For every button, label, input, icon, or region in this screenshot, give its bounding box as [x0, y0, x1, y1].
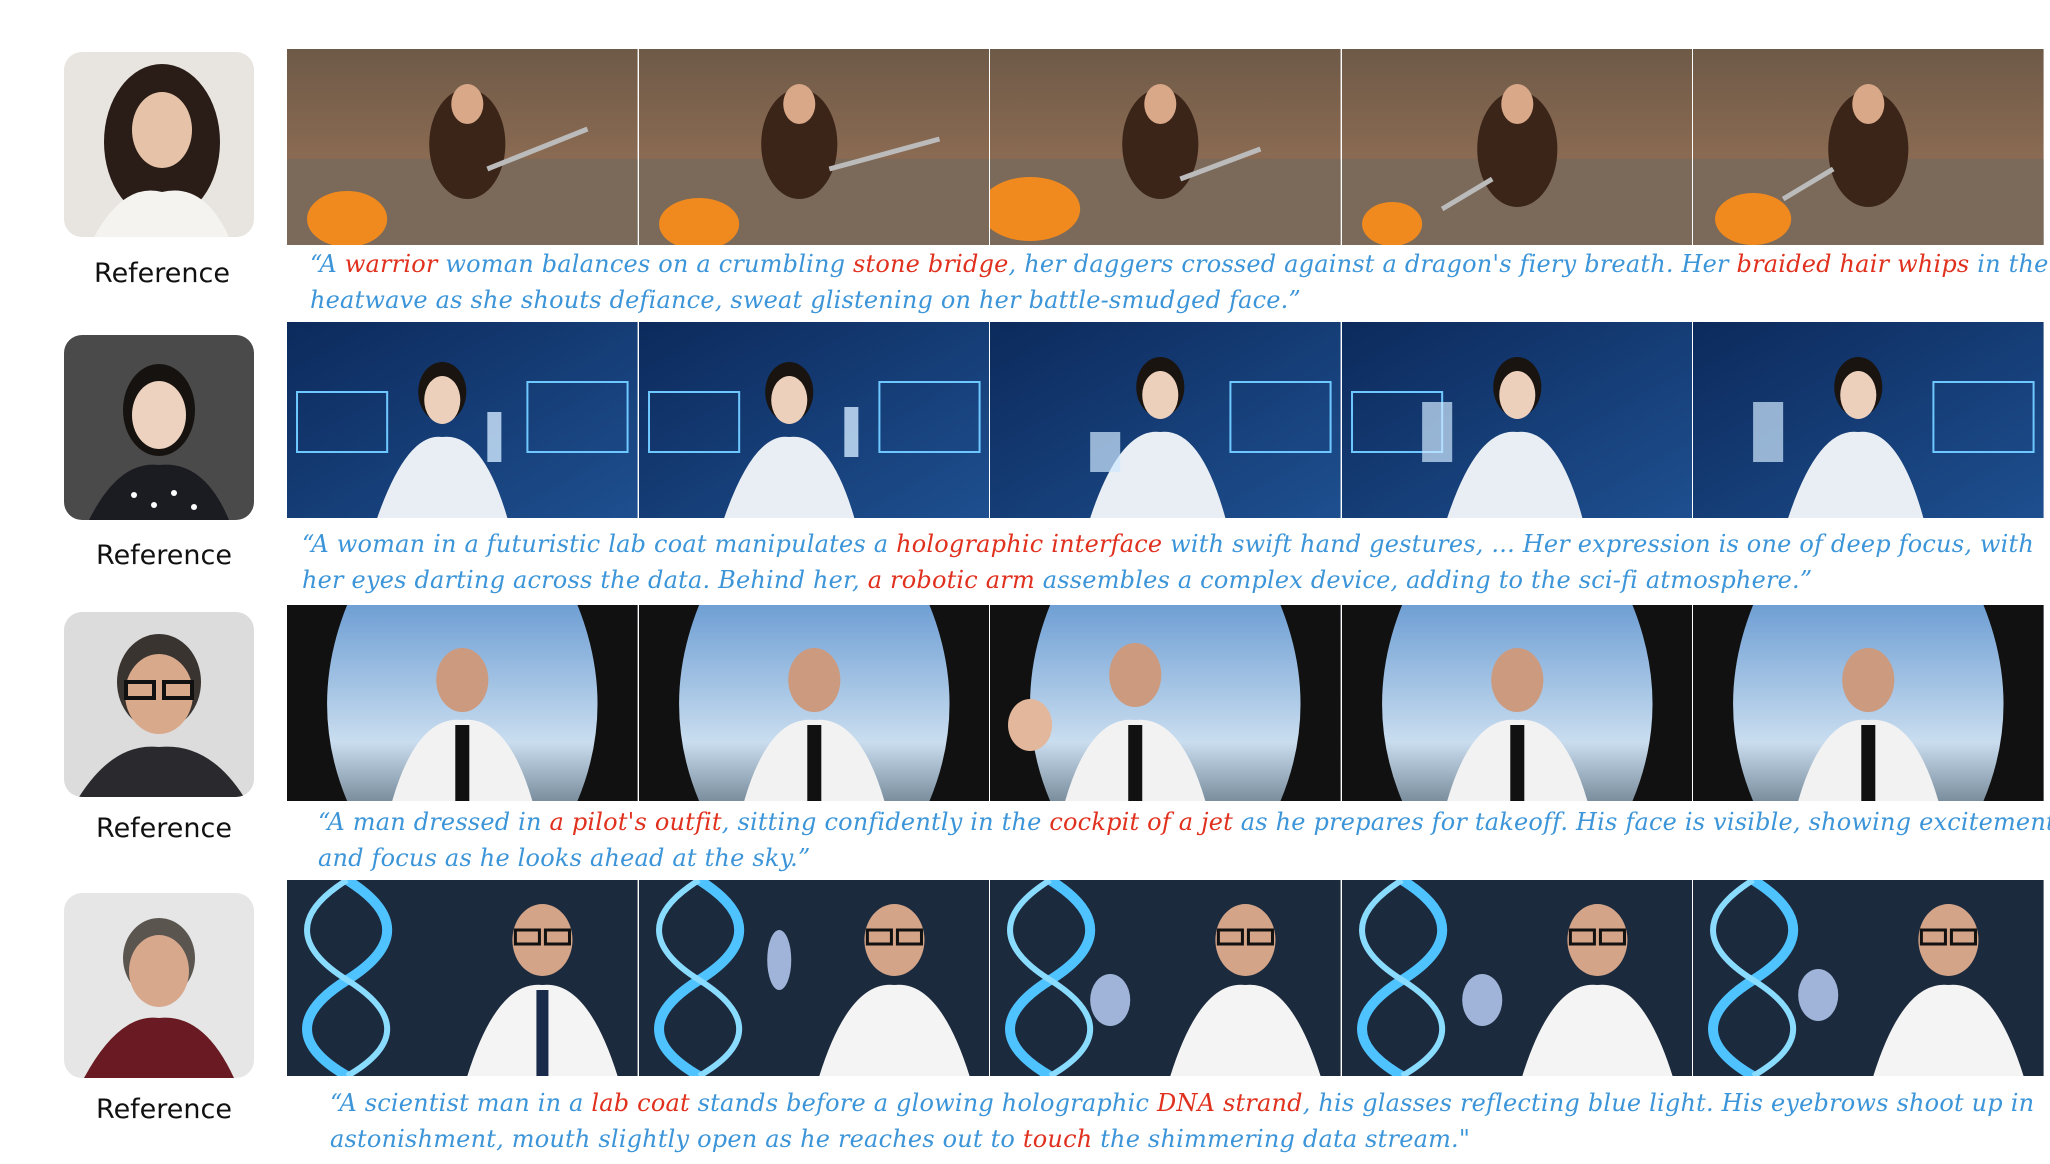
- video-frame: [1341, 322, 1694, 518]
- video-frame: [287, 322, 639, 518]
- caption-keyword: warrior: [344, 250, 438, 278]
- reference-portrait-image: [64, 335, 254, 520]
- prompt-caption: “A warrior woman balances on a crumbling…: [310, 250, 2049, 314]
- caption-keyword: holographic interface: [896, 530, 1163, 558]
- caption-keyword: lab coat: [591, 1089, 690, 1117]
- caption-keyword: DNA strand: [1156, 1089, 1303, 1117]
- reference-label: Reference: [94, 258, 230, 289]
- caption-keyword: braided hair whips: [1736, 250, 1970, 278]
- video-frame: [638, 605, 991, 801]
- reference-portrait-image: [64, 893, 254, 1078]
- video-frame: [1693, 49, 2045, 245]
- reference-photo-woman-1: [64, 52, 254, 237]
- prompt-caption: “A scientist man in a lab coat stands be…: [330, 1089, 2035, 1153]
- caption-keyword: cockpit of a jet: [1049, 808, 1233, 836]
- video-frame: [638, 322, 991, 518]
- video-frame: [638, 880, 991, 1076]
- reference-portrait-image: [64, 612, 254, 797]
- prompt-caption: “A woman in a futuristic lab coat manipu…: [302, 530, 2034, 594]
- video-frame: [990, 49, 1342, 245]
- reference-label: Reference: [96, 1094, 232, 1125]
- video-frames-strip: [287, 49, 2045, 245]
- video-frame: [1693, 605, 2045, 801]
- reference-label: Reference: [96, 813, 232, 844]
- caption-keyword: a pilot's outfit: [549, 808, 722, 836]
- video-frame: [638, 49, 991, 245]
- video-frame: [990, 605, 1342, 801]
- video-frames-strip: [287, 880, 2045, 1076]
- video-frame: [990, 322, 1342, 518]
- video-frame: [1341, 605, 1694, 801]
- prompt-caption: “A man dressed in a pilot's outfit, sitt…: [318, 808, 2050, 872]
- video-frame: [287, 49, 639, 245]
- reference-photo-man-1: [64, 612, 254, 797]
- caption-keyword: touch: [1022, 1125, 1093, 1153]
- video-frame: [287, 880, 639, 1076]
- reference-photo-woman-2: [64, 335, 254, 520]
- video-frame: [1341, 880, 1694, 1076]
- video-frame: [1693, 322, 2045, 518]
- caption-keyword: a robotic arm: [867, 566, 1035, 594]
- reference-portrait-image: [64, 52, 254, 237]
- video-frame: [1341, 49, 1694, 245]
- video-frame: [1693, 880, 2045, 1076]
- video-frame: [990, 880, 1342, 1076]
- video-frames-strip: [287, 605, 2045, 801]
- reference-photo-man-2: [64, 893, 254, 1078]
- video-frame: [287, 605, 639, 801]
- caption-keyword: stone bridge: [853, 250, 1009, 278]
- reference-label: Reference: [96, 540, 232, 571]
- video-frames-strip: [287, 322, 2045, 518]
